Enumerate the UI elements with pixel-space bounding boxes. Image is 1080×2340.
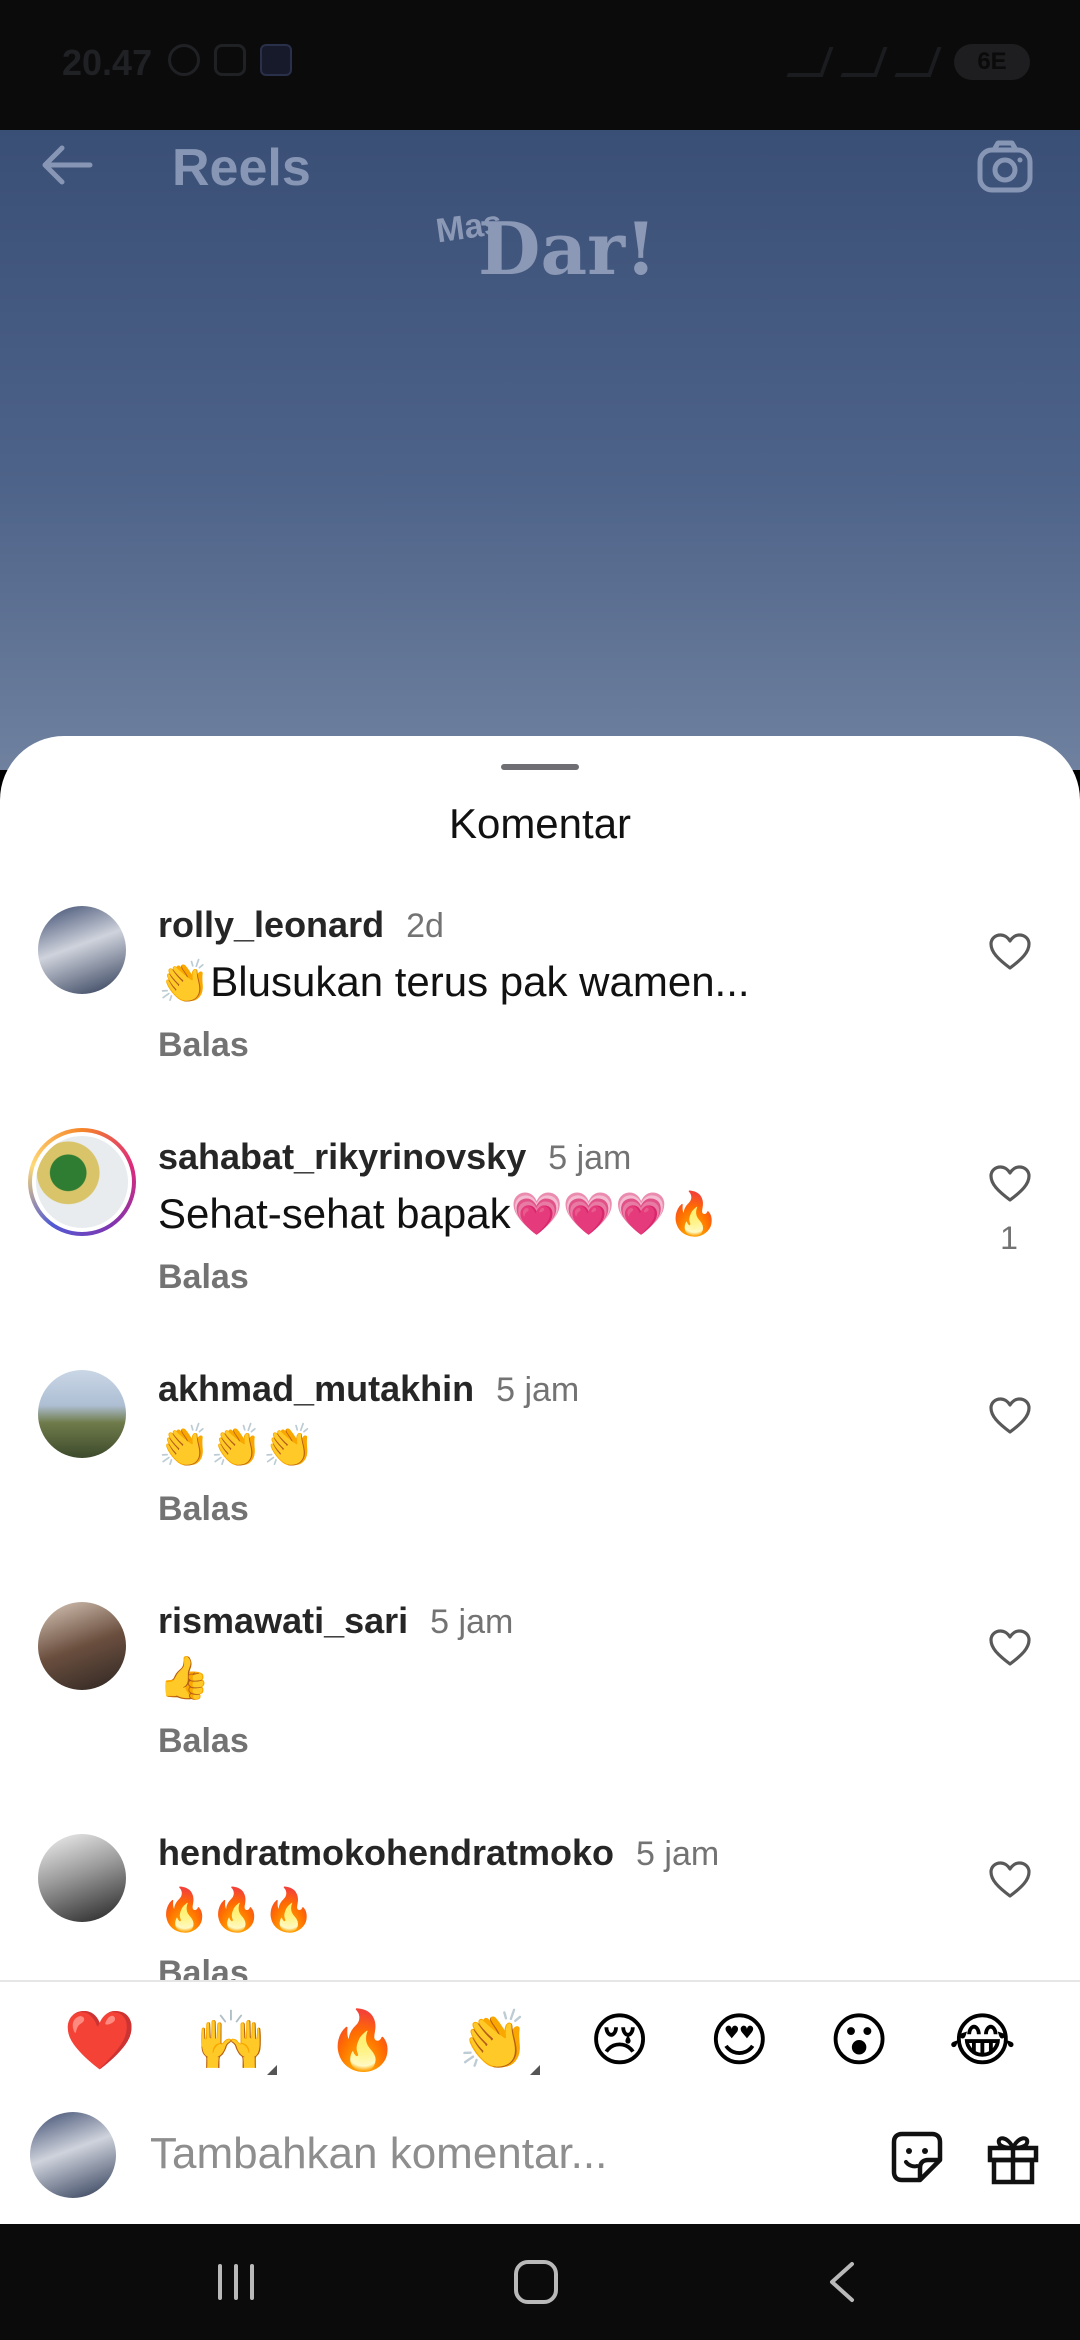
back-arrow-icon[interactable] bbox=[36, 135, 96, 195]
like-count[interactable]: 1 bbox=[994, 1220, 1024, 1257]
comment-username[interactable]: rismawati_sari bbox=[158, 1600, 408, 1642]
reaction-clap-button[interactable]: 👏 bbox=[458, 2011, 541, 2075]
comment-item: rismawati_sari 5 jam 👍 Balas bbox=[0, 1600, 1080, 1832]
avatar[interactable] bbox=[28, 1128, 136, 1236]
comment-username[interactable]: akhmad_mutakhin bbox=[158, 1368, 474, 1410]
heart-icon[interactable] bbox=[988, 1628, 1032, 1668]
reaction-crying-button[interactable]: 😢 bbox=[589, 2011, 649, 2069]
reaction-emoji: 👏 bbox=[457, 2006, 531, 2074]
status-bar: 20.47 6E bbox=[0, 0, 1080, 130]
comment-header: akhmad_mutakhin 5 jam bbox=[158, 1368, 579, 1410]
comment-time: 2d bbox=[406, 907, 444, 945]
reaction-fire-button[interactable]: 🔥 bbox=[327, 2011, 399, 2069]
system-nav-bar bbox=[0, 2224, 1080, 2340]
status-system-icons: 6E bbox=[786, 44, 1030, 80]
comment-time: 5 jam bbox=[548, 1139, 632, 1177]
avatar[interactable] bbox=[38, 1602, 126, 1690]
reply-button[interactable]: Balas bbox=[158, 1026, 249, 1065]
comment-text: 🔥🔥🔥 bbox=[158, 1886, 315, 1933]
recent-apps-icon[interactable] bbox=[214, 2262, 258, 2302]
reply-button[interactable]: Balas bbox=[158, 1258, 249, 1297]
comment-text: Sehat-sehat bapak💗💗💗🔥 bbox=[158, 1190, 720, 1237]
comment-time: 5 jam bbox=[636, 1835, 720, 1873]
comment-item: sahabat_rikyrinovsky 5 jam Sehat-sehat b… bbox=[0, 1128, 1080, 1368]
comment-header: hendratmokohendratmoko 5 jam bbox=[158, 1832, 719, 1874]
status-time: 20.47 bbox=[62, 42, 153, 83]
back-icon[interactable] bbox=[822, 2260, 862, 2304]
heart-icon[interactable] bbox=[988, 1396, 1032, 1436]
wifi-icon bbox=[840, 47, 888, 77]
reply-button[interactable]: Balas bbox=[158, 1490, 249, 1529]
reaction-laughing-button[interactable]: 😂 bbox=[949, 2011, 1017, 2069]
avatar[interactable] bbox=[38, 906, 126, 994]
avatar-image bbox=[32, 1132, 132, 1232]
reaction-surprised-button[interactable]: 😮 bbox=[829, 2011, 889, 2069]
comment-text: 👍 bbox=[158, 1654, 211, 1701]
signal-icon bbox=[894, 47, 942, 77]
heart-icon[interactable] bbox=[988, 932, 1032, 972]
comment-header: rismawati_sari 5 jam bbox=[158, 1600, 513, 1642]
reply-button[interactable]: Balas bbox=[158, 1722, 249, 1761]
skin-tone-indicator-icon bbox=[530, 2065, 541, 2075]
comment-composer bbox=[0, 2098, 1080, 2224]
video-logo-large: Dar! bbox=[478, 206, 657, 291]
home-icon[interactable] bbox=[514, 2260, 558, 2304]
heart-icon[interactable] bbox=[988, 1164, 1032, 1204]
drag-handle[interactable] bbox=[501, 764, 579, 770]
comment-username[interactable]: rolly_leonard bbox=[158, 904, 384, 946]
comment-item: rolly_leonard 2d 👏Blusukan terus pak wam… bbox=[0, 904, 1080, 1136]
current-user-avatar bbox=[30, 2112, 116, 2198]
skin-tone-indicator-icon bbox=[267, 2065, 278, 2075]
battery-indicator: 6E bbox=[954, 44, 1030, 80]
sheet-title: Komentar bbox=[448, 800, 632, 847]
comment-input[interactable] bbox=[150, 2118, 870, 2190]
sticker-icon[interactable] bbox=[888, 2128, 946, 2186]
avatar[interactable] bbox=[38, 1370, 126, 1458]
whatsapp-icon bbox=[168, 44, 200, 76]
comment-header: rolly_leonard 2d bbox=[158, 904, 444, 946]
camera-icon[interactable] bbox=[976, 140, 1034, 194]
heart-icon[interactable] bbox=[988, 1860, 1032, 1900]
gift-icon[interactable] bbox=[984, 2128, 1042, 2186]
reaction-heart-eyes-button[interactable]: 😍 bbox=[709, 2011, 769, 2069]
comment-text: 👏👏👏 bbox=[158, 1422, 315, 1469]
comment-item: akhmad_mutakhin 5 jam 👏👏👏 Balas bbox=[0, 1368, 1080, 1600]
reaction-raised-hands-button[interactable]: 🙌 bbox=[195, 2011, 278, 2075]
comments-list[interactable]: rolly_leonard 2d 👏Blusukan terus pak wam… bbox=[0, 904, 1080, 2052]
comment-time: 5 jam bbox=[496, 1371, 580, 1409]
app-cube-icon bbox=[260, 44, 292, 76]
reaction-emoji: 🙌 bbox=[195, 2006, 268, 2074]
mute-icon bbox=[786, 47, 834, 77]
comment-username[interactable]: hendratmokohendratmoko bbox=[158, 1832, 614, 1874]
comment-username[interactable]: sahabat_rikyrinovsky bbox=[158, 1136, 526, 1178]
comment-time: 5 jam bbox=[430, 1603, 514, 1641]
comment-header: sahabat_rikyrinovsky 5 jam bbox=[158, 1136, 631, 1178]
avatar[interactable] bbox=[38, 1834, 126, 1922]
quick-reactions-bar: ❤️ 🙌 🔥 👏 😢 😍 😮 😂 bbox=[0, 1980, 1080, 2098]
instagram-icon bbox=[214, 44, 246, 76]
comment-text: 👏Blusukan terus pak wamen... bbox=[158, 958, 750, 1005]
page-title: Reels bbox=[172, 139, 311, 197]
reaction-heart-button[interactable]: ❤️ bbox=[64, 2011, 136, 2069]
status-notification-icons bbox=[168, 44, 292, 76]
